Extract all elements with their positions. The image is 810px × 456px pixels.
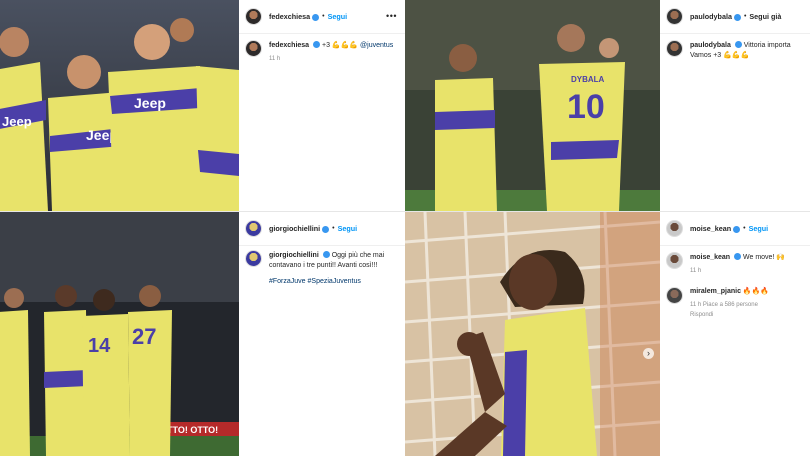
caption-text: +3 💪💪💪: [322, 42, 359, 49]
verified-badge-icon: [733, 226, 741, 233]
separator-dot: •: [743, 13, 747, 20]
post-photo-kean[interactable]: ›: [405, 212, 660, 456]
post-header: giorgiochiellini • Segui: [239, 212, 405, 246]
caption-username[interactable]: fedexchiesa: [269, 42, 309, 49]
post-header: fedexchiesa • Segui •••: [239, 0, 405, 34]
jersey-name-text: DYBALA: [571, 75, 605, 84]
comment-likes[interactable]: Piace a 586 persone: [703, 302, 758, 308]
caption: paulodybala Vittoria importa Vamos +3 💪💪…: [666, 40, 806, 61]
post-sidebar-chiellini: giorgiochiellini • Segui giorgiochiellin…: [239, 212, 405, 456]
comment: miralem_pjanic 🔥🔥🔥 11 h Piace a 586 pers…: [666, 287, 806, 320]
jersey-sponsor-text: Jeep: [134, 95, 166, 111]
avatar[interactable]: [666, 220, 683, 237]
jersey-number-text: 27: [132, 324, 156, 349]
avatar[interactable]: [666, 40, 683, 57]
following-button[interactable]: Segui già: [749, 12, 781, 21]
verified-badge-icon: [322, 251, 330, 258]
caption: fedexchiesa +3 💪💪💪 @juventus 11 h: [245, 40, 401, 64]
comment-username[interactable]: miralem_pjanic: [690, 288, 741, 295]
post-sidebar-dybala: paulodybala • Segui già paulodybala Vitt…: [660, 0, 810, 211]
post-photo-dybala[interactable]: DYBALA 10: [405, 0, 660, 211]
post-header: moise_kean • Segui: [660, 212, 810, 246]
verified-badge-icon: [312, 14, 320, 21]
caption: giorgiochiellini Oggi più che mai contav…: [245, 250, 401, 287]
reply-button[interactable]: Rispondi: [690, 312, 713, 318]
next-arrow-icon[interactable]: ›: [643, 348, 654, 359]
avatar[interactable]: [245, 220, 262, 237]
hashtags-link[interactable]: #ForzaJuve #SpeziaJuventus: [269, 277, 397, 287]
separator-dot: •: [332, 225, 335, 232]
jersey-number-text: 14: [88, 335, 111, 357]
username[interactable]: paulodybala: [690, 12, 732, 21]
caption-text: We move! 🙌: [743, 254, 786, 261]
follow-button[interactable]: Segui: [328, 12, 348, 21]
avatar[interactable]: [245, 250, 262, 267]
celebration-photo: DYBALA 10: [405, 0, 660, 211]
username[interactable]: fedexchiesa: [269, 12, 310, 21]
verified-badge-icon: [734, 253, 742, 260]
verified-badge-icon: [734, 41, 742, 48]
comment-text: 🔥🔥🔥: [742, 288, 770, 295]
verified-badge-icon: [322, 226, 330, 233]
avatar[interactable]: [245, 8, 262, 25]
post-time: 11 h: [690, 268, 702, 274]
mention-link[interactable]: @juventus: [360, 42, 393, 49]
post-time: 11 h: [269, 56, 281, 62]
separator-dot: •: [743, 225, 746, 232]
follow-button[interactable]: Segui: [338, 224, 358, 233]
username[interactable]: giorgiochiellini: [269, 224, 320, 233]
username[interactable]: moise_kean: [690, 224, 731, 233]
caption-username[interactable]: paulodybala: [690, 42, 731, 49]
verified-badge-icon: [733, 14, 741, 21]
celebration-photo: Jeep Jeep Jeep: [0, 0, 239, 211]
caption-username[interactable]: moise_kean: [690, 254, 730, 261]
caption-text-line2: Vamos +3 💪💪💪: [690, 52, 750, 59]
avatar[interactable]: [666, 252, 683, 269]
jersey-sponsor-text: Jeep: [2, 114, 32, 129]
avatar[interactable]: [245, 40, 262, 57]
follow-button[interactable]: Segui: [749, 224, 769, 233]
post-header: paulodybala • Segui già: [660, 0, 810, 34]
more-options-icon[interactable]: •••: [386, 11, 397, 21]
verified-badge-icon: [313, 41, 321, 48]
post-photo-chiesa[interactable]: Jeep Jeep Jeep: [0, 0, 239, 211]
comment-time: 11 h: [690, 302, 702, 308]
caption: moise_kean We move! 🙌 11 h: [666, 252, 806, 276]
avatar[interactable]: [666, 287, 683, 304]
post-sidebar-chiesa: fedexchiesa • Segui ••• fedexchiesa +3 💪…: [239, 0, 405, 211]
caption-username[interactable]: giorgiochiellini: [269, 252, 319, 259]
team-huddle-photo: OTTO! OTTO! 14 27: [0, 212, 239, 456]
caption-text: Vittoria importa: [743, 42, 791, 49]
post-photo-chiellini[interactable]: OTTO! OTTO! 14 27: [0, 212, 239, 456]
post-sidebar-kean: moise_kean • Segui moise_kean We move! 🙌…: [660, 212, 810, 456]
avatar[interactable]: [666, 8, 683, 25]
jersey-number-text: 10: [567, 88, 605, 126]
separator-dot: •: [322, 13, 325, 20]
celebration-photo: [405, 212, 660, 456]
comment-meta: 11 h Piace a 586 persone Rispondi: [690, 300, 769, 320]
